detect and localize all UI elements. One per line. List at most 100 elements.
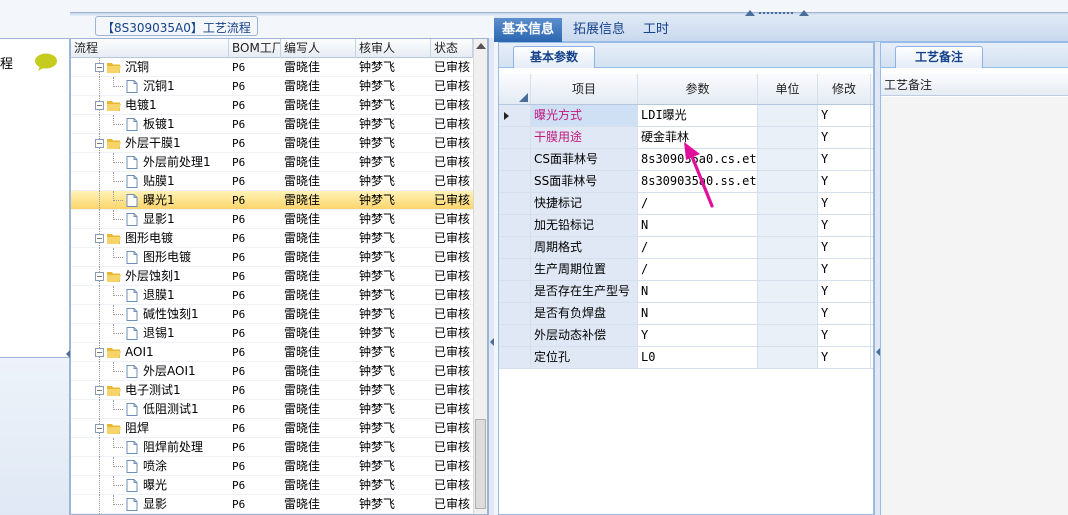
row-selector[interactable] — [499, 193, 531, 214]
param-unit[interactable] — [758, 171, 818, 192]
row-selector[interactable] — [499, 347, 531, 368]
tree-node[interactable]: − 电镀1 — [71, 96, 229, 115]
tree-node[interactable]: 显影 — [71, 495, 229, 514]
collapse-node-icon[interactable]: − — [95, 101, 104, 110]
param-modify[interactable]: Y — [818, 347, 871, 368]
param-value[interactable]: Y — [638, 325, 758, 346]
tree-row[interactable]: − 阻焊 P6 雷晓佳 钟梦飞 已审核 — [71, 419, 475, 438]
params-row[interactable]: 周期格式 / Y — [499, 237, 873, 259]
params-row[interactable]: 生产周期位置 / Y — [499, 259, 873, 281]
column-header-unit[interactable]: 单位 — [758, 74, 818, 104]
tree-row[interactable]: 图形电镀 P6 雷晓佳 钟梦飞 已审核 — [71, 248, 475, 267]
param-modify[interactable]: Y — [818, 105, 871, 126]
row-selector[interactable] — [499, 325, 531, 346]
tree-row[interactable]: 板镀1 P6 雷晓佳 钟梦飞 已审核 — [71, 115, 475, 134]
tree-row[interactable]: 显影 P6 雷晓佳 钟梦飞 已审核 — [71, 495, 475, 514]
collapse-node-icon[interactable]: − — [95, 139, 104, 148]
column-header-writer[interactable]: 编写人 — [281, 39, 356, 58]
notes-body[interactable] — [881, 97, 1068, 515]
param-unit[interactable] — [758, 237, 818, 258]
tree-scrollbar[interactable] — [473, 39, 487, 514]
tree-row[interactable]: 外层AOI1 P6 雷晓佳 钟梦飞 已审核 — [71, 362, 475, 381]
row-selector[interactable] — [499, 281, 531, 302]
collapse-side-icon[interactable] — [66, 350, 70, 358]
tree-row[interactable]: 退锡1 P6 雷晓佳 钟梦飞 已审核 — [71, 324, 475, 343]
params-row[interactable]: 是否存在生产型号 N Y — [499, 281, 873, 303]
row-selector[interactable] — [499, 149, 531, 170]
tree-node[interactable]: − 外层蚀刻1 — [71, 267, 229, 286]
tree-node[interactable]: 图形电镀 — [71, 248, 229, 267]
tree-node[interactable]: − AOI1 — [71, 343, 229, 362]
param-unit[interactable] — [758, 127, 818, 148]
params-row[interactable]: 是否有负焊盘 N Y — [499, 303, 873, 325]
tree-row[interactable]: 贴膜1 P6 雷晓佳 钟梦飞 已审核 — [71, 172, 475, 191]
tree-row[interactable]: 喷涂 P6 雷晓佳 钟梦飞 已审核 — [71, 457, 475, 476]
param-unit[interactable] — [758, 105, 818, 126]
param-unit[interactable] — [758, 325, 818, 346]
tree-node[interactable]: 退膜1 — [71, 286, 229, 305]
tree-row[interactable]: − 沉铜 P6 雷晓佳 钟梦飞 已审核 — [71, 58, 475, 77]
tree-row[interactable]: 曝光 P6 雷晓佳 钟梦飞 已审核 — [71, 476, 475, 495]
param-value[interactable]: L0 — [638, 347, 758, 368]
tree-node[interactable]: 退锡1 — [71, 324, 229, 343]
tree-row[interactable]: − 图形电镀 P6 雷晓佳 钟梦飞 已审核 — [71, 229, 475, 248]
params-row[interactable]: 外层动态补偿 Y Y — [499, 325, 873, 347]
param-unit[interactable] — [758, 193, 818, 214]
tree-node[interactable]: 曝光1 — [71, 191, 229, 210]
column-header-process[interactable]: 流程 — [71, 39, 229, 58]
params-row[interactable]: 定位孔 L0 Y — [499, 347, 873, 369]
tree-row[interactable]: 曝光1 P6 雷晓佳 钟梦飞 已审核 — [71, 191, 475, 210]
tree-node[interactable]: − 阻焊 — [71, 419, 229, 438]
row-selector[interactable] — [499, 171, 531, 192]
tree-row[interactable]: 退膜1 P6 雷晓佳 钟梦飞 已审核 — [71, 286, 475, 305]
tree-node[interactable]: 阻焊前处理 — [71, 438, 229, 457]
column-header-reviewer[interactable]: 核审人 — [356, 39, 431, 58]
collapse-node-icon[interactable]: − — [95, 234, 104, 243]
row-selector[interactable] — [499, 259, 531, 280]
tree-node[interactable]: − 外层干膜1 — [71, 134, 229, 153]
tree-row[interactable]: 沉铜1 P6 雷晓佳 钟梦飞 已审核 — [71, 77, 475, 96]
param-value[interactable]: N — [638, 303, 758, 324]
param-unit[interactable] — [758, 281, 818, 302]
tree-row[interactable]: 显影1 P6 雷晓佳 钟梦飞 已审核 — [71, 210, 475, 229]
tree-node[interactable]: 显影1 — [71, 210, 229, 229]
param-modify[interactable]: Y — [818, 215, 871, 236]
tree-row[interactable]: − AOI1 P6 雷晓佳 钟梦飞 已审核 — [71, 343, 475, 362]
param-unit[interactable] — [758, 149, 818, 170]
row-selector[interactable] — [499, 237, 531, 258]
param-unit[interactable] — [758, 215, 818, 236]
param-modify[interactable]: Y — [818, 259, 871, 280]
param-value[interactable]: LDI曝光 — [638, 105, 758, 126]
scroll-up-icon[interactable] — [476, 43, 486, 49]
tree-row[interactable]: − 外层蚀刻1 P6 雷晓佳 钟梦飞 已审核 — [71, 267, 475, 286]
param-unit[interactable] — [758, 303, 818, 324]
column-header-item[interactable]: 项目 — [531, 74, 638, 104]
tree-row[interactable]: 外层前处理1 P6 雷晓佳 钟梦飞 已审核 — [71, 153, 475, 172]
tab-basic-params[interactable]: 基本参数 — [513, 46, 595, 68]
param-modify[interactable]: Y — [818, 149, 871, 170]
tab-basic-info[interactable]: 基本信息 — [494, 18, 563, 42]
collapse-node-icon[interactable]: − — [95, 272, 104, 281]
tree-node[interactable]: 外层前处理1 — [71, 153, 229, 172]
param-unit[interactable] — [758, 259, 818, 280]
tree-node[interactable]: 沉铜1 — [71, 77, 229, 96]
tree-row[interactable]: 低阻测试1 P6 雷晓佳 钟梦飞 已审核 — [71, 400, 475, 419]
splitter-left[interactable] — [488, 38, 494, 515]
param-modify[interactable]: Y — [818, 237, 871, 258]
tree-node[interactable]: 贴膜1 — [71, 172, 229, 191]
tree-node[interactable]: 曝光 — [71, 476, 229, 495]
collapse-node-icon[interactable]: − — [95, 348, 104, 357]
collapse-node-icon[interactable]: − — [95, 424, 104, 433]
tree-node[interactable]: − 图形电镀 — [71, 229, 229, 248]
tree-node[interactable]: 低阻测试1 — [71, 400, 229, 419]
tree-node[interactable]: − 电子测试1 — [71, 381, 229, 400]
tab-work-hours[interactable]: 工时 — [635, 18, 677, 42]
param-value[interactable]: / — [638, 259, 758, 280]
tree-row[interactable]: − 电镀1 P6 雷晓佳 钟梦飞 已审核 — [71, 96, 475, 115]
collapse-node-icon[interactable]: − — [95, 63, 104, 72]
column-header-modify[interactable]: 修改 — [818, 74, 871, 104]
tree-node[interactable]: 喷涂 — [71, 457, 229, 476]
row-selector[interactable] — [499, 215, 531, 236]
row-selector[interactable] — [499, 105, 531, 126]
params-row[interactable]: 曝光方式 LDI曝光 Y — [499, 105, 873, 127]
